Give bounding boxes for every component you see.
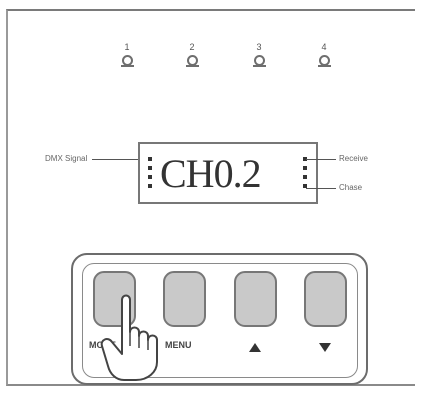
dmx-signal-label: DMX Signal	[45, 154, 88, 163]
lcd-display: CH0.2	[138, 142, 318, 204]
chase-leader	[306, 188, 336, 189]
led-base	[185, 65, 199, 67]
up-arrow-icon	[249, 343, 261, 352]
pointing-hand-icon	[100, 294, 158, 381]
left-indicator-dots	[148, 157, 153, 193]
led-indicator-3: 3	[244, 42, 274, 67]
down-arrow-icon	[319, 343, 331, 352]
led-base	[252, 65, 266, 67]
led-indicator-2: 2	[177, 42, 207, 67]
chase-label: Chase	[339, 183, 363, 192]
receive-label: Receive	[339, 154, 368, 163]
led-base	[317, 65, 331, 67]
down-button[interactable]	[304, 271, 347, 327]
led-indicator-4: 4	[309, 42, 339, 67]
lcd-readout: CH0.2	[160, 151, 262, 196]
up-button[interactable]	[234, 271, 277, 327]
led-base	[120, 65, 134, 67]
led-number: 1	[124, 42, 130, 52]
led-number: 2	[189, 42, 195, 52]
led-indicator-1: 1	[112, 42, 142, 67]
led-number: 3	[256, 42, 262, 52]
led-number: 4	[321, 42, 327, 52]
receive-leader	[306, 159, 336, 160]
